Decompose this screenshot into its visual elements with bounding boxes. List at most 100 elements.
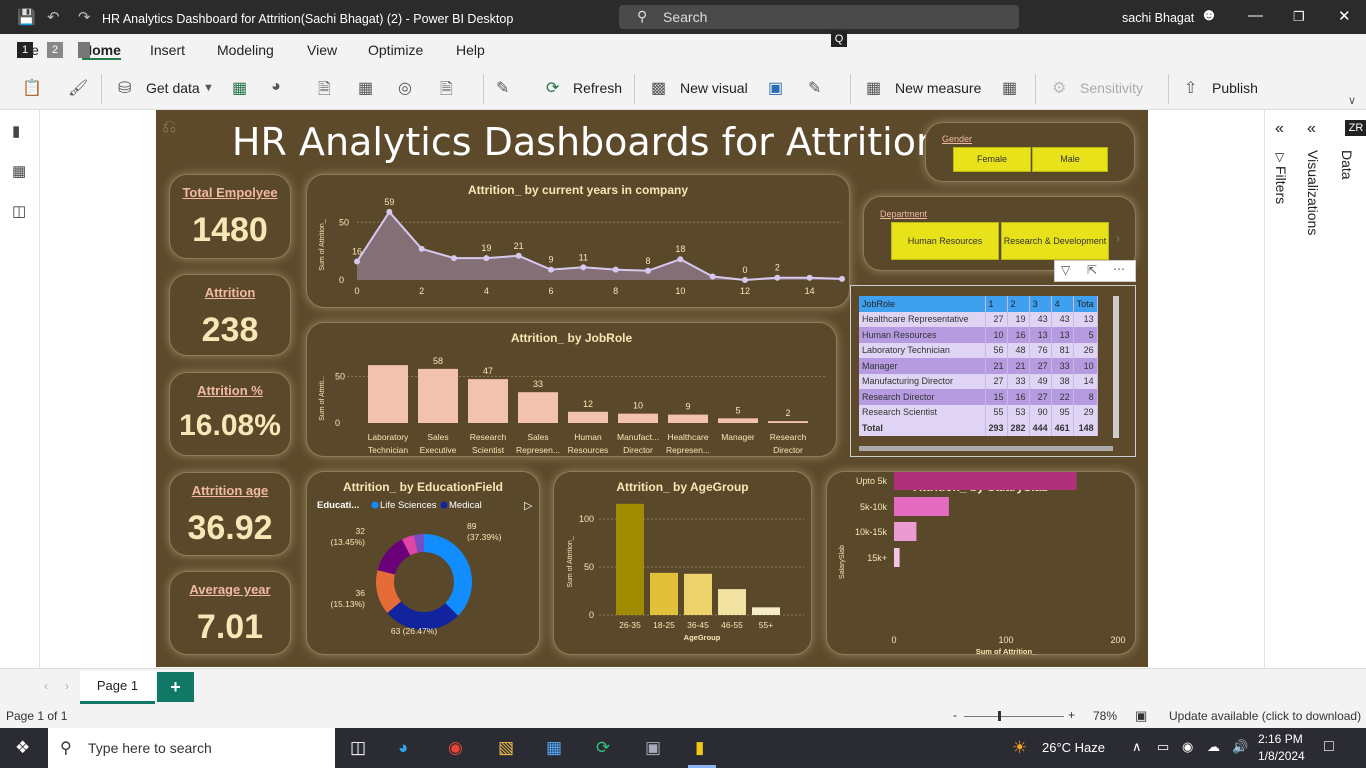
menu-help[interactable]: Help	[456, 42, 485, 58]
battery-icon[interactable]: ▭	[1157, 739, 1169, 755]
filters-pane-tab[interactable]: Filters	[1273, 166, 1289, 204]
tray-up-icon[interactable]: ∧	[1132, 739, 1142, 755]
add-page-button[interactable]: +	[157, 672, 194, 702]
next-page-icon[interactable]: ›	[65, 679, 69, 693]
table-view-icon[interactable]: ▦	[12, 162, 26, 180]
collapse-filters-icon[interactable]: «	[1275, 120, 1284, 138]
visualizations-pane-tab[interactable]: Visualizations	[1305, 150, 1321, 235]
refresh-button[interactable]: Refresh	[573, 80, 622, 96]
matrix-row[interactable]: Healthcare Representative 27 19 43 43 13	[859, 311, 1098, 327]
zoom-out-button[interactable]: -	[953, 708, 957, 722]
jobrole-bar-chart[interactable]: Laboratory Technician 58 Sales Executive 47 Re…	[307, 323, 838, 458]
matrix-column-header[interactable]: JobRole	[859, 296, 986, 312]
new-visual-icon[interactable]: ▩	[651, 78, 666, 98]
matrix-column-header[interactable]: 1	[985, 296, 1008, 312]
menu-modeling[interactable]: Modeling	[217, 42, 274, 58]
refresh-icon[interactable]: ⟳	[546, 78, 559, 98]
app-icon[interactable]: ⟳	[596, 738, 610, 758]
enter-data-icon[interactable]: ▦	[358, 78, 373, 98]
model-view-icon[interactable]: ◫	[12, 202, 26, 220]
update-notice[interactable]: Update available (click to download)	[1169, 709, 1361, 723]
matrix-column-header[interactable]: 2	[1007, 296, 1030, 312]
weather-icon[interactable]: ☀	[1012, 738, 1027, 758]
more-options-icon[interactable]: ⋯	[1113, 262, 1125, 276]
store-icon[interactable]: ▦	[546, 738, 562, 758]
matrix-row[interactable]: Manufacturing Director 27 33 49 38 14	[859, 373, 1098, 389]
terminal-icon[interactable]: ▣	[645, 738, 661, 758]
power-bi-icon[interactable]: ▮	[695, 738, 704, 758]
clock-time[interactable]: 2:16 PM	[1258, 732, 1303, 746]
matrix-row[interactable]: Human Resources 10 16 13 13 5	[859, 327, 1098, 343]
minimize-icon[interactable]: —	[1248, 7, 1263, 24]
excel-icon[interactable]: ▦	[232, 78, 247, 98]
chrome-icon[interactable]: ◉	[448, 738, 463, 758]
back-arrow-icon[interactable]: ⎌	[162, 116, 176, 137]
education-donut-chart[interactable]: Educati... Life Sciences Medical ▷ 89(37.39%…	[307, 472, 541, 656]
slicer-human-resources[interactable]: Human Resources	[891, 222, 999, 260]
new-visual-button[interactable]: New visual	[680, 80, 748, 96]
new-measure-button[interactable]: New measure	[895, 80, 981, 96]
cloud-icon[interactable]: ☁	[1207, 739, 1220, 755]
focus-mode-icon[interactable]: ⇱	[1087, 263, 1097, 277]
agegroup-bar-chart[interactable]: 100 50 0 26-35 18-25 36-45 46-55 55+ AgeGroup Sum…	[554, 472, 813, 656]
redo-icon[interactable]: ↷	[78, 8, 91, 26]
menu-optimize[interactable]: Optimize	[368, 42, 423, 58]
fit-page-icon[interactable]: ▣	[1135, 708, 1147, 724]
years-area-chart[interactable]: 165919 219 11 8180 25000 2 4 6 8 10 12 14Sum of Att…	[307, 175, 851, 309]
matrix-row[interactable]: Manager 21 21 27 33 10	[859, 358, 1098, 374]
chevron-right-icon[interactable]: ›	[1116, 231, 1120, 245]
slicer-male[interactable]: Male	[1032, 147, 1108, 172]
quick-measure-icon[interactable]: ▦	[1002, 78, 1017, 98]
menu-insert[interactable]: Insert	[150, 42, 185, 58]
weather-text[interactable]: 26°C Haze	[1042, 740, 1105, 755]
sql-icon[interactable]: 🗎	[318, 78, 331, 105]
taskbar-search[interactable]: ⚲ Type here to search	[48, 728, 335, 768]
matrix-column-header[interactable]: Tota	[1073, 296, 1098, 312]
get-data-button[interactable]: Get data	[146, 80, 200, 96]
report-view-icon[interactable]: ▮	[12, 122, 20, 140]
matrix-row[interactable]: Research Director 15 16 27 22 8	[859, 389, 1098, 405]
notification-icon[interactable]: □	[1324, 738, 1334, 756]
close-icon[interactable]: ✕	[1338, 7, 1351, 25]
chevron-down-icon[interactable]: ▼	[203, 82, 214, 94]
collapse-ribbon-icon[interactable]: ∨	[1348, 94, 1356, 107]
filter-icon[interactable]: ▽	[1061, 263, 1070, 277]
avatar-icon[interactable]: ☻	[1200, 5, 1218, 25]
restore-icon[interactable]: ❐	[1293, 9, 1305, 25]
clock-date[interactable]: 1/8/2024	[1258, 749, 1305, 763]
data-pane-tab[interactable]: Data	[1339, 150, 1355, 180]
sensitivity-button[interactable]: Sensitivity	[1080, 80, 1143, 96]
slicer-research-development[interactable]: Research & Development	[1001, 222, 1109, 260]
undo-icon[interactable]: ↶	[47, 8, 60, 26]
menu-view[interactable]: View	[307, 42, 337, 58]
publish-button[interactable]: Publish	[1212, 80, 1258, 96]
windows-start-icon[interactable]: ❖	[15, 738, 30, 758]
transform-data-icon[interactable]: ✎	[496, 78, 509, 98]
volume-icon[interactable]: 🔊	[1232, 739, 1248, 755]
network-icon[interactable]: ◉	[1182, 739, 1193, 755]
matrix-column-header[interactable]: 4	[1051, 296, 1074, 312]
matrix-scrollbar[interactable]	[1113, 296, 1119, 438]
file-explorer-icon[interactable]: ▧	[498, 738, 514, 758]
prev-page-icon[interactable]: ‹	[44, 679, 48, 693]
zoom-slider[interactable]	[964, 716, 1064, 717]
matrix-hscrollbar[interactable]	[859, 446, 1113, 451]
search-box[interactable]: ⚲ Search	[619, 5, 1019, 29]
more-visuals-icon[interactable]: ✎	[808, 78, 821, 98]
save-icon[interactable]: 💾	[17, 8, 36, 26]
user-name[interactable]: sachi Bhagat	[1122, 11, 1194, 25]
collapse-visualizations-icon[interactable]: «	[1307, 120, 1316, 138]
matrix-column-header[interactable]: 3	[1029, 296, 1052, 312]
format-painter-icon[interactable]: 🖌	[68, 78, 88, 98]
salary-bar-chart[interactable]: 0 100 200 Upto 5k 5k-10k 10k-15k 15k+ Sum of At…	[827, 472, 1137, 656]
tab-page-1[interactable]: Page 1	[80, 671, 155, 704]
matrix-row[interactable]: Research Scientist 55 53 90 95 29	[859, 404, 1098, 420]
edge-icon[interactable]: ◕	[398, 738, 408, 758]
dataverse-icon[interactable]: ◕	[271, 78, 281, 96]
recent-sources-icon[interactable]: ◎	[398, 78, 412, 98]
text-box-icon[interactable]: ▣	[768, 78, 783, 98]
transform-icon[interactable]: 🗎	[440, 78, 453, 105]
jobrole-matrix[interactable]: JobRole 1 2 3 4 Tota Healthcare Representativ…	[850, 285, 1136, 457]
paste-icon[interactable]: 📋	[22, 78, 42, 98]
zoom-in-button[interactable]: +	[1068, 708, 1075, 722]
